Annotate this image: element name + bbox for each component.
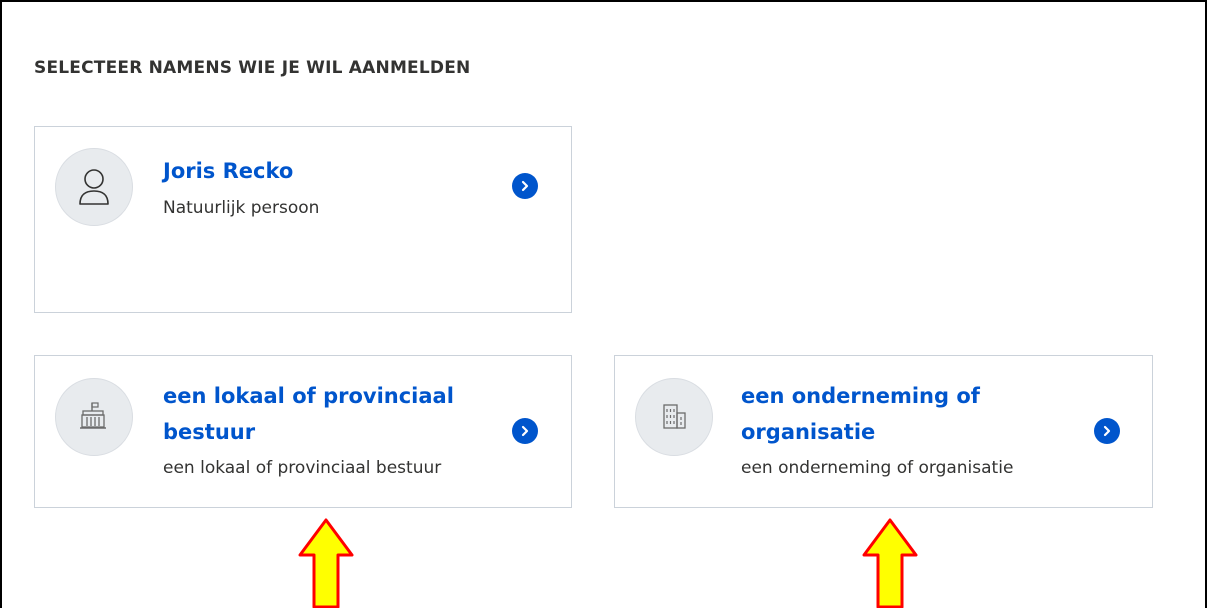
option-card-person[interactable]: Joris Recko Natuurlijk persoon [34,126,572,313]
office-building-icon [663,404,686,429]
option-subtitle: Natuurlijk persoon [163,198,320,218]
chevron-right-icon[interactable] [1094,418,1120,444]
organisation-avatar [635,378,713,456]
option-subtitle: een onderneming of organisatie [741,458,1014,478]
chevron-right-icon[interactable] [512,418,538,444]
chevron-right-icon[interactable] [512,173,538,199]
option-subtitle: een lokaal of provinciaal bestuur [163,458,442,478]
annotation-arrow-up-icon [298,518,354,608]
option-card-government[interactable]: een lokaal of provinciaal bestuur een lo… [34,355,572,508]
person-avatar [55,148,133,226]
option-title: Joris Recko [163,159,294,183]
page-title: SELECTEER NAMENS WIE JE WIL AANMELDEN [34,58,471,78]
option-title: een lokaal of provinciaal bestuur [163,384,454,444]
option-card-organisation[interactable]: een onderneming of organisatie een onder… [614,355,1153,508]
option-title: een onderneming of organisatie [741,384,980,444]
person-icon [79,169,109,205]
annotation-arrow-up-icon [862,518,918,608]
government-building-icon [80,402,106,429]
government-avatar [55,378,133,456]
